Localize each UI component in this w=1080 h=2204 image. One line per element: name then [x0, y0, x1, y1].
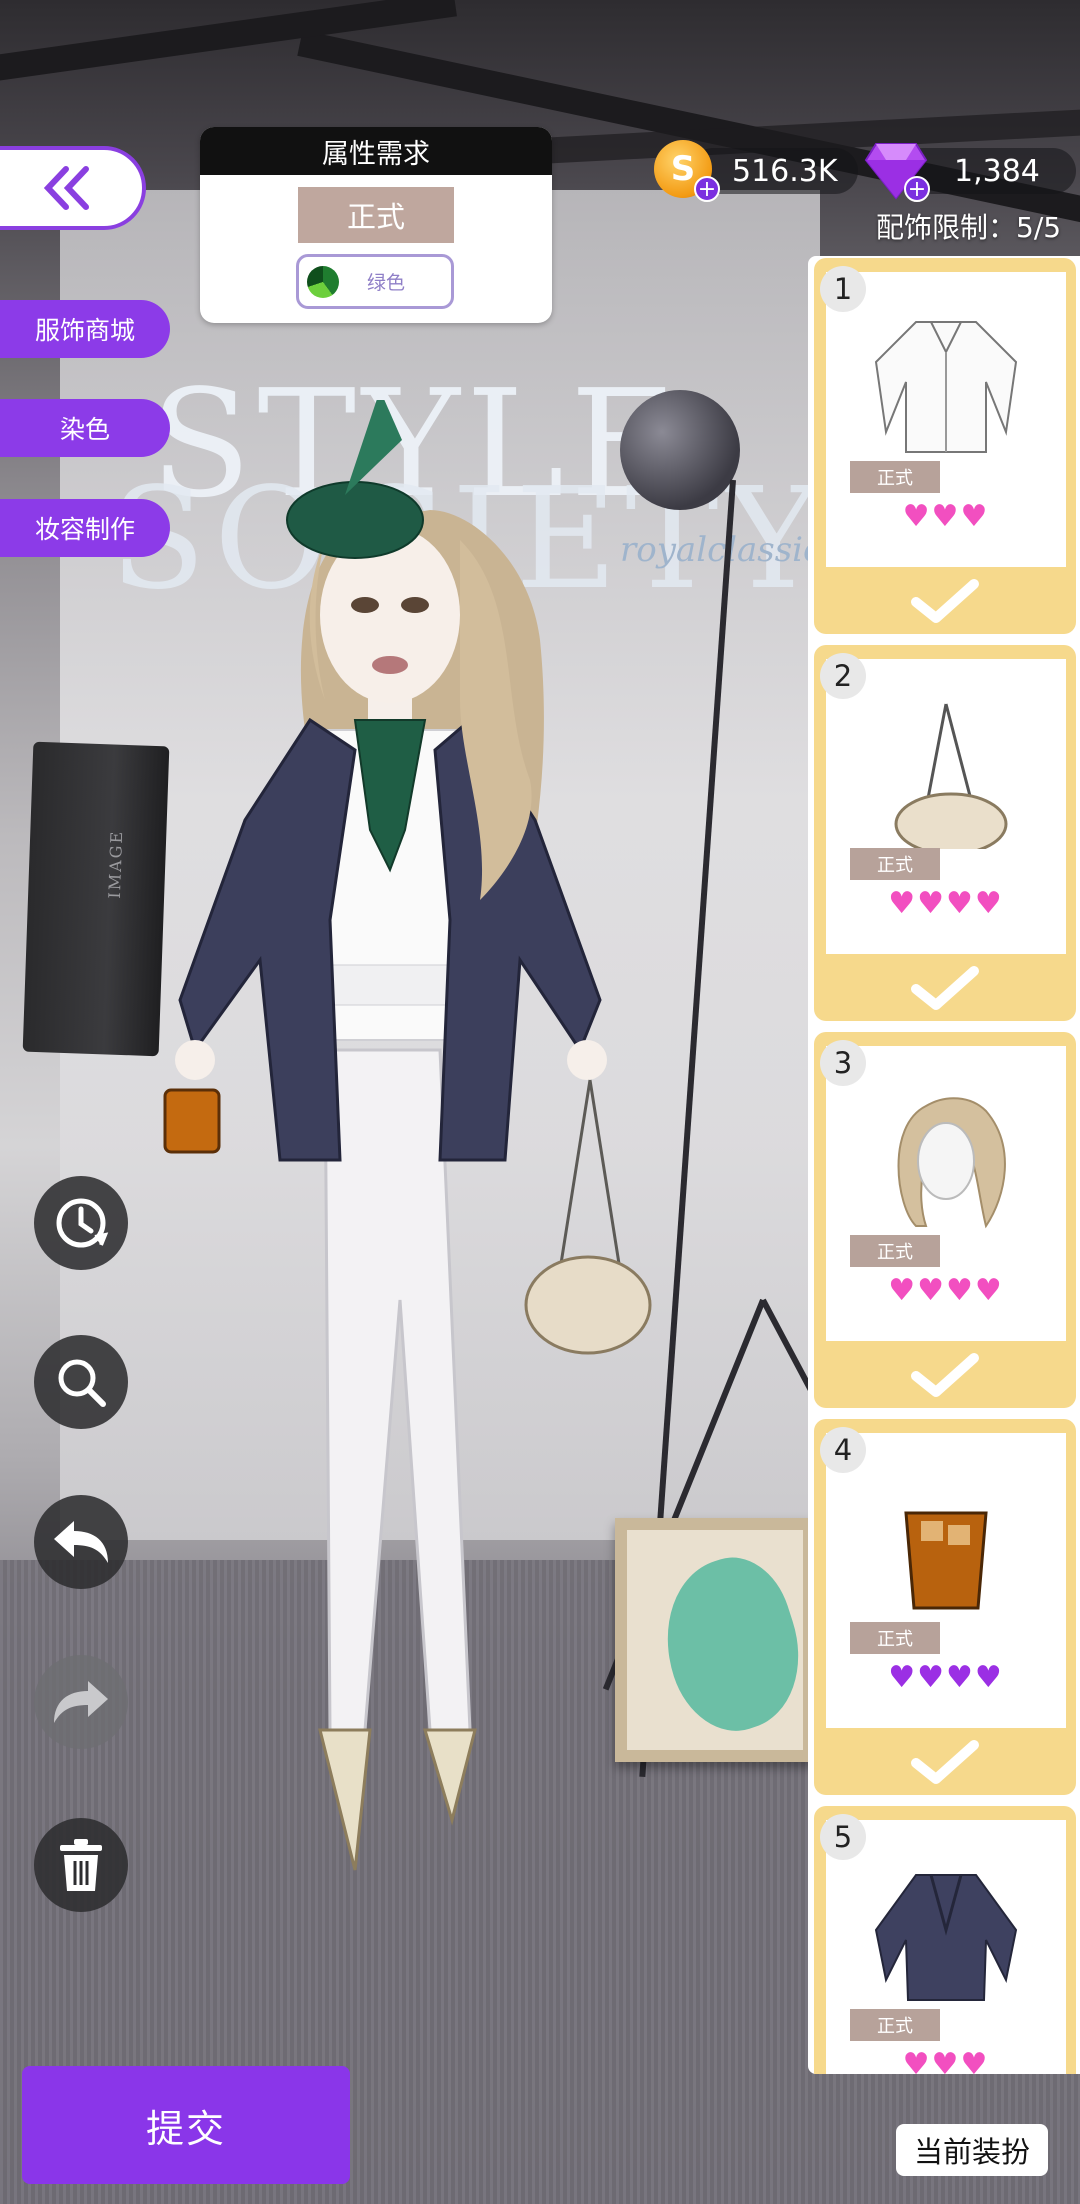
list-item[interactable]: 正式 ♥♥♥ 1 [814, 258, 1076, 634]
double-chevron-left-icon [43, 166, 89, 210]
current-outfit-button[interactable]: 当前装扮 [896, 2124, 1048, 2176]
left-heel [318, 1728, 372, 1871]
equipped-check-icon [814, 576, 1076, 626]
style-requirement-tag: 正式 [298, 187, 454, 243]
lips [372, 656, 408, 674]
item-number: 2 [820, 653, 866, 699]
requirements-title: 属性需求 [200, 127, 552, 175]
list-item[interactable]: 正式 ♥♥♥ 5 [814, 1806, 1076, 2074]
bag-chain [558, 1079, 622, 1271]
item-style-tag: 正式 [850, 2009, 940, 2041]
softbox-label: IMAGE [104, 829, 127, 899]
equipped-check-icon [814, 963, 1076, 1013]
undo-button[interactable] [34, 1495, 128, 1589]
left-hand [175, 1040, 215, 1080]
green-fascinator-hat [286, 481, 424, 559]
equipped-check-icon [814, 1737, 1076, 1787]
shell-bag-icon [894, 703, 1008, 849]
equipped-check-icon [814, 1350, 1076, 1400]
right-eye [401, 597, 429, 613]
hat-feather [345, 400, 402, 495]
white-shirt-icon [874, 321, 1018, 453]
redo-arrow-icon [54, 1681, 108, 1723]
wavy-hair-icon [897, 1097, 1006, 1229]
item-thumbnail: 正式 ♥♥♥ [826, 1820, 1066, 2074]
item-hearts: ♥♥♥♥ [888, 1660, 1004, 1695]
submit-button[interactable]: 提交 [22, 2066, 350, 2184]
item-thumbnail: 正式 ♥♥♥ [826, 272, 1066, 567]
zoom-button[interactable] [34, 1335, 128, 1429]
back-button[interactable] [0, 146, 146, 230]
clock-history-icon [56, 1198, 109, 1248]
item-hearts: ♥♥♥♥ [888, 886, 1004, 921]
clear-outfit-button[interactable] [34, 1818, 128, 1912]
item-hearts: ♥♥♥ [902, 2047, 990, 2075]
item-number: 5 [820, 1814, 866, 1860]
equipped-items-list[interactable]: 正式 ♥♥♥ 1 正式 ♥♥♥♥ 2 正式 ♥♥♥♥ 3 正式 ♥♥♥♥ 4 正… [808, 256, 1080, 2074]
dye-button[interactable]: 染色 [0, 399, 170, 457]
item-number: 4 [820, 1427, 866, 1473]
item-thumbnail: 正式 ♥♥♥♥ [826, 1046, 1066, 1341]
clothing-shop-button[interactable]: 服饰商城 [0, 300, 170, 358]
undo-arrow-icon [54, 1521, 108, 1563]
coin-amount: 516.3K [732, 153, 838, 189]
item-thumbnail: 正式 ♥♥♥♥ [826, 659, 1066, 954]
makeup-button[interactable]: 妆容制作 [0, 499, 170, 557]
navy-blazer-icon [874, 1874, 1018, 2001]
list-item[interactable]: 正式 ♥♥♥♥ 4 [814, 1419, 1076, 1795]
green-color-swatch-icon [307, 265, 339, 298]
list-item[interactable]: 正式 ♥♥♥♥ 2 [814, 645, 1076, 1021]
right-hand [567, 1040, 607, 1080]
item-style-tag: 正式 [850, 461, 940, 493]
color-requirement-label: 绿色 [367, 272, 406, 294]
list-item[interactable]: 正式 ♥♥♥♥ 3 [814, 1032, 1076, 1408]
add-gems-plus-icon[interactable]: + [904, 176, 930, 202]
shell-bag [524, 1255, 652, 1355]
item-style-tag: 正式 [850, 1622, 940, 1654]
whiskey-glass [163, 1088, 221, 1154]
magnifier-icon [58, 1359, 106, 1407]
gem-amount: 1,384 [954, 153, 1040, 189]
right-heel [422, 1728, 477, 1826]
item-thumbnail: 正式 ♥♥♥♥ [826, 1433, 1066, 1728]
history-button[interactable] [34, 1176, 128, 1270]
accessory-limit-text: 配饰限制：5/5 [876, 211, 1062, 244]
trash-icon [60, 1839, 102, 1891]
requirements-panel: 属性需求 正式 绿色 [200, 127, 552, 323]
color-requirement-pill: 绿色 [296, 254, 454, 309]
redo-button[interactable] [34, 1655, 128, 1749]
left-eye [351, 597, 379, 613]
item-style-tag: 正式 [850, 848, 940, 880]
item-hearts: ♥♥♥ [902, 499, 990, 534]
whiskey-glass-icon [904, 1511, 988, 1610]
add-coins-plus-icon[interactable]: + [694, 176, 720, 202]
white-belt [323, 964, 465, 1006]
item-number: 3 [820, 1040, 866, 1086]
item-style-tag: 正式 [850, 1235, 940, 1267]
item-number: 1 [820, 266, 866, 312]
dressed-character[interactable] [140, 400, 740, 1900]
item-hearts: ♥♥♥♥ [888, 1273, 1004, 1308]
